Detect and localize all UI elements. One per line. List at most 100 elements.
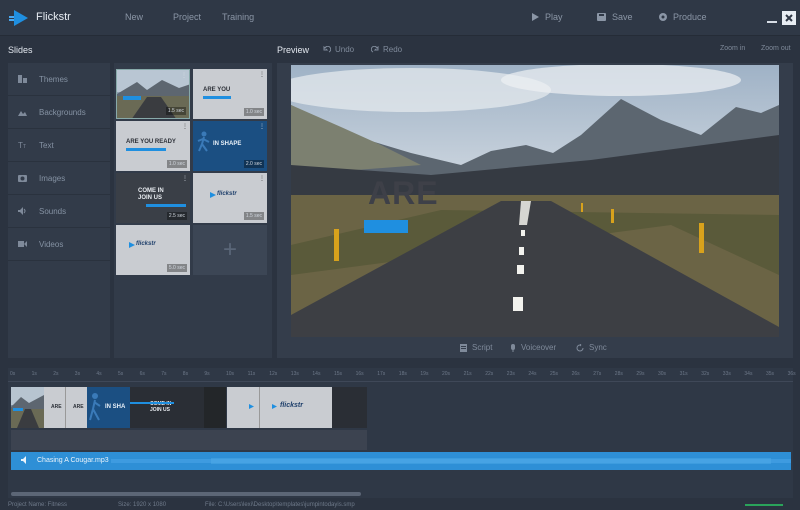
flickstr-logo-icon xyxy=(249,404,254,409)
slide-duration: 5.0 sec xyxy=(166,264,187,272)
timeline-clip-3[interactable]: ARE xyxy=(65,387,87,428)
nav-sounds[interactable]: Sounds xyxy=(8,195,110,228)
more-options-icon[interactable]: ⋮ xyxy=(181,72,187,79)
nav-label: Backgrounds xyxy=(39,107,86,117)
save-button[interactable]: Save xyxy=(597,12,633,22)
timeline-tick: 19s xyxy=(420,371,429,377)
script-icon xyxy=(460,343,467,352)
more-options-icon[interactable]: ⋮ xyxy=(182,175,188,182)
slides-title: Slides xyxy=(8,45,33,55)
preview-canvas[interactable]: ARE xyxy=(291,65,779,337)
menu-training[interactable]: Training xyxy=(222,12,254,22)
slide-duration: 1.5 sec xyxy=(243,212,264,220)
nav-videos[interactable]: Videos xyxy=(8,228,110,261)
slide-thumb-7[interactable]: flickstr 5.0 sec xyxy=(116,225,190,275)
audio-waveform xyxy=(111,458,791,464)
produce-button[interactable]: Produce xyxy=(659,12,707,22)
slide-thumb-1[interactable]: 1.5 sec ⋮ xyxy=(116,69,190,119)
clip-road-image xyxy=(11,387,44,428)
script-button[interactable]: Script xyxy=(460,343,492,352)
flickstr-logo-icon xyxy=(210,192,216,198)
produce-icon xyxy=(659,13,667,21)
more-options-icon[interactable]: ⋮ xyxy=(259,71,265,78)
nav-backgrounds[interactable]: Backgrounds xyxy=(8,96,110,129)
play-button[interactable]: Play xyxy=(531,12,563,22)
zoom-out-button[interactable]: Zoom out xyxy=(761,45,791,52)
timeline-tick: 24s xyxy=(528,371,537,377)
timeline-clip-1[interactable] xyxy=(11,387,44,428)
nav-label: Text xyxy=(39,140,54,150)
overlay-track[interactable] xyxy=(11,430,367,450)
voiceover-button[interactable]: Voiceover xyxy=(510,343,556,352)
more-options-icon[interactable]: ⋮ xyxy=(182,123,188,130)
thumb-accent-bar xyxy=(146,204,186,207)
play-label: Play xyxy=(545,12,563,22)
sync-icon xyxy=(576,343,584,351)
timeline-scrollbar[interactable] xyxy=(11,492,361,496)
timeline-tick: 18s xyxy=(398,371,407,377)
timeline-tick: 14s xyxy=(312,371,321,377)
timeline-clip-2[interactable]: ARE xyxy=(44,387,65,428)
timeline-clip-5[interactable]: COME IN JOIN US xyxy=(130,387,226,428)
timeline-tick: 16s xyxy=(355,371,364,377)
thumb-text: flickstr xyxy=(217,191,237,197)
slide-thumb-3[interactable]: ARE YOU READY 1.0 sec ⋮ xyxy=(116,121,190,171)
asset-nav-panel: Themes Backgrounds TT Text Images Sounds… xyxy=(8,63,110,358)
nav-text[interactable]: TT Text xyxy=(8,129,110,162)
sync-label: Sync xyxy=(589,343,607,352)
slide-duration: 1.0 sec xyxy=(243,108,264,116)
timeline-tick: 7s xyxy=(161,371,167,377)
more-options-icon[interactable]: ⋮ xyxy=(259,123,265,130)
more-options-icon[interactable]: ⋮ xyxy=(259,175,265,182)
timeline-tick: 11s xyxy=(247,371,256,377)
audio-track[interactable]: Chasing A Cougar.mp3 xyxy=(11,452,791,470)
timeline-tick: 1s xyxy=(31,371,37,377)
clip-text: ARE xyxy=(73,404,84,410)
road-landscape-image xyxy=(291,65,779,337)
close-icon[interactable] xyxy=(782,11,796,25)
timeline-tick: 23s xyxy=(506,371,515,377)
menu-project[interactable]: Project xyxy=(173,12,201,22)
slide-duration: 2.5 sec xyxy=(166,212,187,220)
timeline-clip-end[interactable] xyxy=(332,387,367,428)
timeline-tick: 34s xyxy=(744,371,753,377)
slide-thumb-4[interactable]: IN SHAPE 2.0 sec ⋮ xyxy=(193,121,267,171)
timeline-clip-7[interactable]: flickstr xyxy=(259,387,332,428)
redo-label: Redo xyxy=(383,45,403,54)
minimize-icon[interactable] xyxy=(765,11,779,25)
timeline-clip-6[interactable] xyxy=(227,387,259,428)
nav-images[interactable]: Images xyxy=(8,162,110,195)
slide-thumb-6[interactable]: flickstr 1.5 sec ⋮ xyxy=(193,173,267,223)
slide-duration: 2.0 sec xyxy=(243,160,264,168)
zoom-in-button[interactable]: Zoom in xyxy=(720,45,745,52)
slide-thumb-2[interactable]: ARE YOU 1.0 sec ⋮ xyxy=(193,69,267,119)
timeline-tick: 12s xyxy=(269,371,278,377)
thumb-text: IN SHAPE xyxy=(213,141,242,147)
timeline-ruler[interactable]: 0s 1s 2s 3s 4s 5s 6s 7s 8s 9s 10s 11s 12s 13s 14s 15s 16… xyxy=(8,368,796,382)
timeline-tick: 15s xyxy=(334,371,343,377)
timeline-tick: 33s xyxy=(722,371,731,377)
status-size: Size: 1920 x 1080 xyxy=(118,502,167,508)
timeline-tick: 20s xyxy=(442,371,451,377)
menu-new[interactable]: New xyxy=(125,12,143,22)
canvas-text[interactable]: ARE xyxy=(368,175,439,212)
nav-themes[interactable]: Themes xyxy=(8,63,110,96)
app-title: Flickstr xyxy=(36,11,71,23)
slide-thumb-5[interactable]: COME IN JOIN US 2.5 sec ⋮ xyxy=(116,173,190,223)
add-slide-button[interactable]: + xyxy=(193,225,267,275)
undo-label: Undo xyxy=(335,45,355,54)
slide-duration: 1.0 sec xyxy=(166,160,187,168)
thumb-text: ARE YOU xyxy=(203,87,231,93)
nav-label: Sounds xyxy=(39,206,67,216)
produce-label: Produce xyxy=(673,12,707,22)
timeline-tick: 13s xyxy=(290,371,299,377)
clip-segment xyxy=(204,387,226,428)
redo-button[interactable]: Redo xyxy=(371,45,402,54)
timeline-clip-4[interactable]: IN SHA xyxy=(87,387,130,428)
sync-button[interactable]: Sync xyxy=(576,343,607,352)
clip-text: ARE xyxy=(51,404,62,410)
undo-button[interactable]: Undo xyxy=(323,45,354,54)
timeline-tick: 4s xyxy=(96,371,102,377)
status-bar: Project Name: Fitness Size: 1920 x 1080 … xyxy=(0,500,800,510)
save-icon xyxy=(597,13,606,21)
